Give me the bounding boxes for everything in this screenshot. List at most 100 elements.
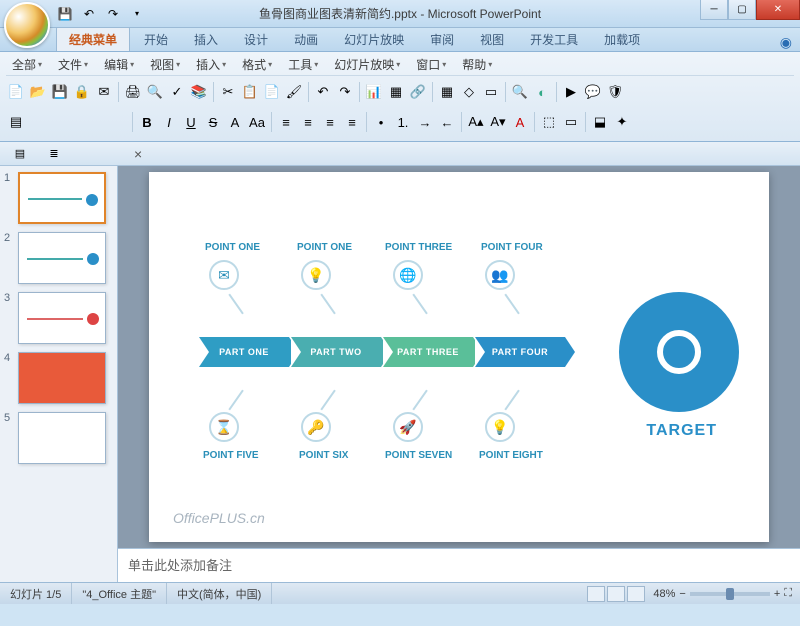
print-icon[interactable]: 🖨 <box>123 82 143 102</box>
slides-tab-icon[interactable]: ▤ <box>6 145 34 163</box>
bullets-icon[interactable]: • <box>371 112 391 132</box>
tab-slideshow[interactable]: 幻灯片放映 <box>332 27 416 51</box>
menu-insert[interactable]: 插入▾ <box>190 54 232 75</box>
italic-button[interactable]: I <box>159 112 179 132</box>
spellcheck-icon[interactable]: ✓ <box>167 82 187 102</box>
shadow-button[interactable]: A <box>225 112 245 132</box>
tab-classic-menu[interactable]: 经典菜单 <box>56 26 130 51</box>
hyperlink-icon[interactable]: 🔗 <box>408 82 428 102</box>
tab-design[interactable]: 设计 <box>232 27 280 51</box>
fit-window-button[interactable]: ⛶ <box>784 587 792 600</box>
close-button[interactable]: ✕ <box>756 0 800 20</box>
tab-review[interactable]: 审阅 <box>418 27 466 51</box>
strikethrough-button[interactable]: S <box>203 112 223 132</box>
format-painter-icon[interactable]: 🖌 <box>284 82 304 102</box>
text-box-icon[interactable]: ▭ <box>481 82 501 102</box>
email-icon[interactable]: ✉ <box>94 82 114 102</box>
paste-icon[interactable]: 📄 <box>262 82 282 102</box>
tab-view[interactable]: 视图 <box>468 27 516 51</box>
maximize-button[interactable]: ▢ <box>728 0 756 20</box>
zoom-slider[interactable] <box>690 592 770 596</box>
classic-menu-row: 全部▾ 文件▾ 编辑▾ 视图▾ 插入▾ 格式▾ 工具▾ 幻灯片放映▾ 窗口▾ 帮… <box>6 54 794 76</box>
close-panel-icon[interactable]: × <box>134 146 142 162</box>
slide[interactable]: POINT ONE POINT ONE POINT THREE POINT FO… <box>149 172 769 542</box>
slideshow-view-button[interactable] <box>627 586 645 602</box>
preview-icon[interactable]: 🔍 <box>145 82 165 102</box>
zoom-in-button[interactable]: + <box>774 588 780 600</box>
menu-view[interactable]: 视图▾ <box>144 54 186 75</box>
zoom-icon[interactable]: 🔍 <box>510 82 530 102</box>
font-size-down-icon[interactable]: A▾ <box>488 112 508 132</box>
align-center-icon[interactable]: ≡ <box>298 112 318 132</box>
redo-icon[interactable]: ↷ <box>335 82 355 102</box>
qat-dropdown[interactable]: ▾ <box>128 5 146 23</box>
office-button[interactable] <box>4 2 50 48</box>
copy-icon[interactable]: 📋 <box>240 82 260 102</box>
slide-canvas[interactable]: POINT ONE POINT ONE POINT THREE POINT FO… <box>118 166 800 548</box>
outline-tab-icon[interactable]: ≣ <box>40 145 68 163</box>
arrange-icon[interactable]: ⬓ <box>590 112 610 132</box>
help-icon[interactable]: ◉ <box>780 34 792 51</box>
thumbnail-4[interactable]: 4 <box>4 352 113 404</box>
menu-file[interactable]: 文件▾ <box>52 54 94 75</box>
font-size-up-icon[interactable]: A▴ <box>466 112 486 132</box>
minimize-button[interactable]: ─ <box>700 0 728 20</box>
cut-icon[interactable]: ✂ <box>218 82 238 102</box>
new-icon[interactable]: 📄 <box>6 82 26 102</box>
thumbnail-2[interactable]: 2 <box>4 232 113 284</box>
layout-icon[interactable]: ▤ <box>6 112 26 132</box>
redo-button[interactable]: ↷ <box>104 5 122 23</box>
menu-slideshow[interactable]: 幻灯片放映▾ <box>328 54 406 75</box>
quick-styles-icon[interactable]: ✦ <box>612 112 632 132</box>
zoom-out-button[interactable]: − <box>679 588 685 600</box>
design-icon[interactable]: ⬚ <box>539 112 559 132</box>
tab-insert[interactable]: 插入 <box>182 27 230 51</box>
tab-animation[interactable]: 动画 <box>282 27 330 51</box>
language-indicator[interactable]: 中文(简体，中国) <box>167 583 272 604</box>
shapes-icon[interactable]: ◇ <box>459 82 479 102</box>
slideshow-icon[interactable]: ▶ <box>561 82 581 102</box>
tables-group-icon[interactable]: ▦ <box>437 82 457 102</box>
menu-format[interactable]: 格式▾ <box>236 54 278 75</box>
align-left-icon[interactable]: ≡ <box>276 112 296 132</box>
menu-all[interactable]: 全部▾ <box>6 54 48 75</box>
tab-addins[interactable]: 加载项 <box>592 27 652 51</box>
font-color-icon[interactable]: A <box>510 112 530 132</box>
open-icon[interactable]: 📂 <box>28 82 48 102</box>
menu-window[interactable]: 窗口▾ <box>410 54 452 75</box>
tab-developer[interactable]: 开发工具 <box>518 27 590 51</box>
table-icon[interactable]: ▦ <box>386 82 406 102</box>
decrease-indent-icon[interactable]: ← <box>437 112 457 132</box>
color-icon[interactable]: ◐ <box>532 82 552 102</box>
zoom-level[interactable]: 48% <box>653 588 675 600</box>
undo-icon[interactable]: ↶ <box>313 82 333 102</box>
thumbnail-3[interactable]: 3 <box>4 292 113 344</box>
tab-home[interactable]: 开始 <box>132 27 180 51</box>
increase-indent-icon[interactable]: → <box>415 112 435 132</box>
normal-view-button[interactable] <box>587 586 605 602</box>
justify-icon[interactable]: ≡ <box>342 112 362 132</box>
change-case-button[interactable]: Aa <box>247 112 267 132</box>
notes-pane[interactable]: 单击此处添加备注 <box>118 548 800 582</box>
new-slide-icon[interactable]: ▭ <box>561 112 581 132</box>
save-icon[interactable]: 💾 <box>50 82 70 102</box>
numbering-icon[interactable]: 1. <box>393 112 413 132</box>
underline-button[interactable]: U <box>181 112 201 132</box>
permissions-icon[interactable]: 🔒 <box>72 82 92 102</box>
align-right-icon[interactable]: ≡ <box>320 112 340 132</box>
menu-tools[interactable]: 工具▾ <box>282 54 324 75</box>
research-icon[interactable]: 📚 <box>189 82 209 102</box>
chevron-part-1: PART ONE <box>199 337 289 367</box>
undo-button[interactable]: ↶ <box>80 5 98 23</box>
comment-icon[interactable]: 💬 <box>583 82 603 102</box>
chart-icon[interactable]: 📊 <box>364 82 384 102</box>
thumbnail-1[interactable]: 1 <box>4 172 113 224</box>
menu-edit[interactable]: 编辑▾ <box>98 54 140 75</box>
menu-help[interactable]: 帮助▾ <box>456 54 498 75</box>
statusbar: 幻灯片 1/5 "4_Office 主题" 中文(简体，中国) 48% − + … <box>0 582 800 604</box>
bold-button[interactable]: B <box>137 112 157 132</box>
thumbnail-5[interactable]: 5 <box>4 412 113 464</box>
protect-icon[interactable]: 🛡 <box>605 82 625 102</box>
save-button[interactable]: 💾 <box>56 5 74 23</box>
sorter-view-button[interactable] <box>607 586 625 602</box>
